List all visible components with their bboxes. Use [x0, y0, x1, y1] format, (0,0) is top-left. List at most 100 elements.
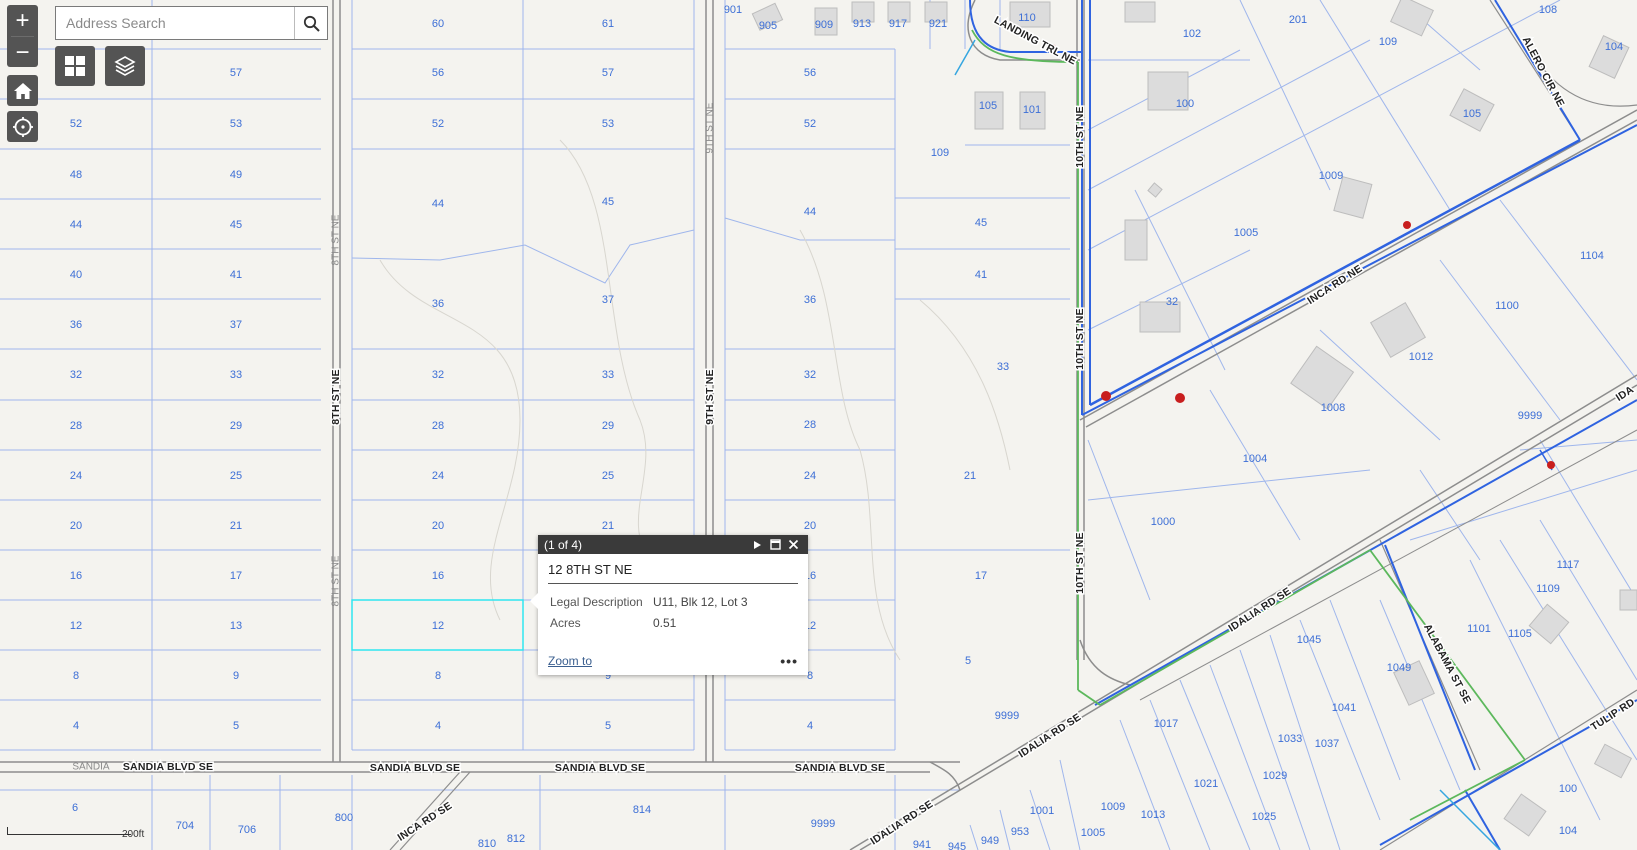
- parcel-number-label: 32: [432, 369, 444, 381]
- parcel-number-label: 1013: [1141, 809, 1165, 821]
- parcel-number-label: 28: [70, 420, 82, 432]
- parcel-number-label: 901: [724, 4, 742, 16]
- address-search: [55, 6, 328, 40]
- street-name-label: 8TH ST NE: [330, 369, 342, 424]
- street-name-label: 10TH ST NE: [1074, 308, 1086, 370]
- parcel-number-label: 905: [759, 20, 777, 32]
- hydrant-icon: [1175, 393, 1185, 403]
- parcel-number-label: 53: [602, 118, 614, 130]
- parcel-number-label: 1021: [1194, 778, 1218, 790]
- parcel-number-label: 21: [964, 470, 976, 482]
- parcel-number-label: 909: [815, 19, 833, 31]
- parcel-number-label: 12: [432, 620, 444, 632]
- parcel-number-label: 20: [804, 520, 816, 532]
- parcel-number-label: 45: [602, 196, 614, 208]
- parcel-number-label: 1037: [1315, 738, 1339, 750]
- parcel-number-label: 33: [997, 361, 1009, 373]
- popup-pointer: [530, 593, 538, 609]
- parcel-number-label: 800: [335, 812, 353, 824]
- street-name-label: SANDIA BLVD SE: [795, 762, 885, 774]
- parcel-number-label: 1005: [1234, 227, 1258, 239]
- maximize-icon: [769, 539, 781, 550]
- scale-label: 200ft: [122, 829, 145, 840]
- parcel-number-label: 49: [230, 169, 242, 181]
- grid-icon: [65, 56, 85, 76]
- parcel-number-label: 100: [1559, 783, 1577, 795]
- parcel-number-label: 110: [1018, 12, 1036, 24]
- parcel-number-label: 1101: [1467, 623, 1491, 635]
- parcel-number-label: 12: [70, 620, 82, 632]
- popup-header: (1 of 4): [538, 535, 808, 554]
- parcel-number-label: 25: [602, 470, 614, 482]
- parcel-number-label: 8: [73, 670, 79, 682]
- parcel-number-label: 105: [979, 100, 997, 112]
- popup-attribute-row: Legal Description U11, Blk 12, Lot 3: [550, 591, 798, 612]
- hydrant-icon: [1101, 391, 1111, 401]
- street-name-label: SANDIA BLVD SE: [370, 762, 460, 774]
- map-canvas[interactable]: 5248444036322824201612845753494541373329…: [0, 0, 1637, 850]
- parcel-number-label: 104: [1605, 41, 1623, 53]
- layers-button[interactable]: [105, 46, 145, 86]
- parcel-number-label: 28: [432, 420, 444, 432]
- parcel-number-label: 1041: [1332, 702, 1356, 714]
- parcel-number-label: 9: [233, 670, 239, 682]
- parcel-number-label: 44: [70, 219, 82, 231]
- parcel-number-label: 1045: [1297, 634, 1321, 646]
- parcel-number-label: 44: [804, 206, 816, 218]
- parcel-number-label: 5: [233, 720, 239, 732]
- parcel-number-label: 60: [432, 18, 444, 30]
- parcel-number-label: 48: [70, 169, 82, 181]
- basemap-button[interactable]: [55, 46, 95, 86]
- parcel-number-label: 1100: [1495, 300, 1519, 312]
- parcel-number-label: 9999: [995, 710, 1019, 722]
- street-name-label: SANDIA BLVD SE: [123, 761, 213, 773]
- parcel-number-label: 29: [602, 420, 614, 432]
- parcel-number-label: 13: [230, 620, 242, 632]
- parcel-number-label: 953: [1011, 826, 1029, 838]
- feature-popup: (1 of 4) 12 8TH ST NE Legal Description …: [530, 535, 808, 675]
- street-name-label: 9TH ST NE: [705, 102, 716, 153]
- zoom-out-button[interactable]: −: [7, 37, 38, 68]
- parcel-number-label: 52: [432, 118, 444, 130]
- search-icon: [303, 15, 320, 32]
- parcel-number-label: 1009: [1101, 801, 1125, 813]
- zoom-in-button[interactable]: +: [7, 5, 38, 36]
- parcel-number-label: 706: [238, 824, 256, 836]
- parcel-number-label: 29: [230, 420, 242, 432]
- more-options-button[interactable]: •••: [780, 653, 798, 669]
- close-popup-button[interactable]: [784, 539, 802, 550]
- popup-footer: Zoom to •••: [548, 653, 798, 669]
- home-button[interactable]: [7, 75, 38, 106]
- locate-button[interactable]: [7, 111, 38, 142]
- parcel-number-label: 921: [929, 18, 947, 30]
- zoom-to-link[interactable]: Zoom to: [548, 654, 592, 668]
- parcel-number-label: 4: [807, 720, 813, 732]
- parcel-number-label: 1017: [1154, 718, 1178, 730]
- parcel-number-label: 45: [230, 219, 242, 231]
- parcel-number-label: 102: [1183, 28, 1201, 40]
- parcel-number-label: 1105: [1508, 628, 1532, 640]
- parcel-number-label: 941: [913, 839, 931, 850]
- parcel-number-label: 1004: [1243, 453, 1267, 465]
- parcel-number-label: 108: [1539, 4, 1557, 16]
- search-input[interactable]: [56, 7, 294, 39]
- home-icon: [13, 82, 32, 99]
- parcel-number-label: 16: [432, 570, 444, 582]
- parcel-number-label: 33: [230, 369, 242, 381]
- hydrant-icon: [1547, 461, 1555, 469]
- parcel-number-label: 704: [176, 820, 194, 832]
- parcel-number-label: 17: [975, 570, 987, 582]
- play-icon: [754, 540, 761, 549]
- parcel-number-label: 4: [435, 720, 441, 732]
- parcel-number-label: 4: [73, 720, 79, 732]
- parcel-number-label: 61: [602, 18, 614, 30]
- locate-icon: [12, 116, 33, 137]
- search-button[interactable]: [294, 7, 327, 39]
- maximize-button[interactable]: [766, 539, 784, 550]
- parcel-number-label: 8: [435, 670, 441, 682]
- parcel-number-label: 109: [1379, 36, 1397, 48]
- attribute-label: Acres: [550, 615, 581, 630]
- parcel-number-label: 40: [70, 269, 82, 281]
- parcel-number-label: 56: [432, 67, 444, 79]
- next-feature-button[interactable]: [748, 540, 766, 550]
